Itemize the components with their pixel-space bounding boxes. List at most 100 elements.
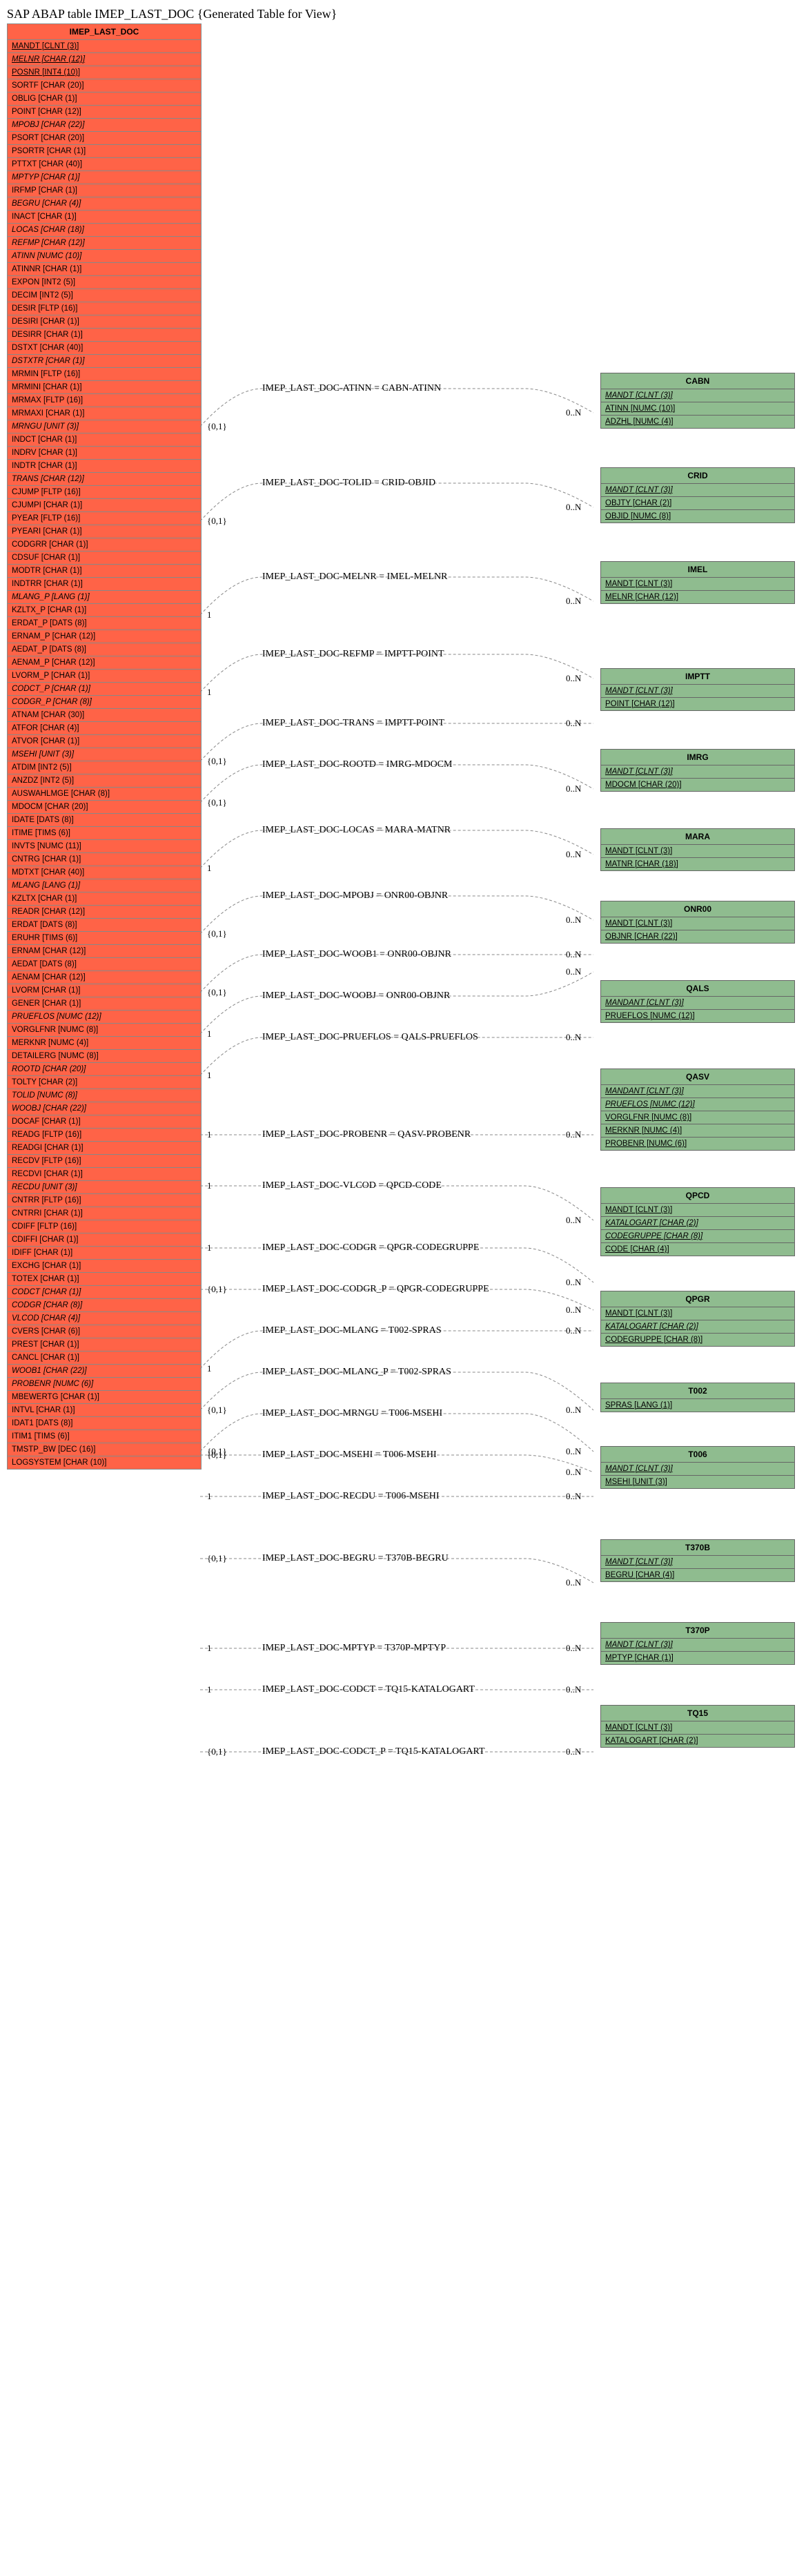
main-field: LVORM_P [CHAR (1)]	[8, 670, 201, 683]
relation-label: IMEP_LAST_DOC-RECDU = T006-MSEHI	[262, 1491, 440, 1502]
main-field: CANCL [CHAR (1)]	[8, 1352, 201, 1365]
main-field: ITIME [TIMS (6)]	[8, 827, 201, 840]
cardinality-right: 0..N	[566, 1491, 581, 1502]
related-field: MANDT [CLNT (3)]	[601, 917, 794, 930]
main-field: VLCOD [CHAR (4)]	[8, 1312, 201, 1325]
relation-label: IMEP_LAST_DOC-VLCOD = QPCD-CODE	[262, 1180, 442, 1191]
related-table: T006MANDT [CLNT (3)]MSEHI [UNIT (3)]	[600, 1446, 795, 1489]
cardinality-left: {0,1}	[207, 1553, 227, 1564]
related-field: PRUEFLOS [NUMC (12)]	[601, 1098, 794, 1111]
main-field: MERKNR [NUMC (4)]	[8, 1037, 201, 1050]
related-field: CODEGRUPPE [CHAR (8)]	[601, 1334, 794, 1346]
main-field: LVORM [CHAR (1)]	[8, 984, 201, 997]
main-field: DESIRR [CHAR (1)]	[8, 329, 201, 342]
main-field: TOLTY [CHAR (2)]	[8, 1076, 201, 1089]
main-field: PYEAR [FLTP (16)]	[8, 512, 201, 525]
related-table: TQ15MANDT [CLNT (3)]KATALOGART [CHAR (2)…	[600, 1705, 795, 1748]
main-field: INDRV [CHAR (1)]	[8, 447, 201, 460]
main-field: EXCHG [CHAR (1)]	[8, 1260, 201, 1273]
related-field: MATNR [CHAR (18)]	[601, 858, 794, 870]
cardinality-right: 0..N	[566, 718, 581, 729]
main-field: ROOTD [CHAR (20)]	[8, 1063, 201, 1076]
main-field: MPOBJ [CHAR (22)]	[8, 119, 201, 132]
related-field: KATALOGART [CHAR (2)]	[601, 1735, 794, 1747]
main-field: SORTF [CHAR (20)]	[8, 79, 201, 92]
main-field: IDATE [DATS (8)]	[8, 814, 201, 827]
cardinality-left: {0,1}	[207, 1284, 227, 1295]
relation-label: IMEP_LAST_DOC-LOCAS = MARA-MATNR	[262, 825, 451, 836]
related-table: T370PMANDT [CLNT (3)]MPTYP [CHAR (1)]	[600, 1622, 795, 1665]
main-field: DSTXT [CHAR (40)]	[8, 342, 201, 355]
main-field: WOOB1 [CHAR (22)]	[8, 1365, 201, 1378]
relation-label: IMEP_LAST_DOC-WOOB1 = ONR00-OBJNR	[262, 949, 451, 960]
cardinality-right: 0..N	[566, 783, 581, 794]
main-field: CNTRRI [CHAR (1)]	[8, 1207, 201, 1220]
relation-label: IMEP_LAST_DOC-MPOBJ = ONR00-OBJNR	[262, 890, 448, 901]
relation-label: IMEP_LAST_DOC-TOLID = CRID-OBJID	[262, 478, 435, 489]
main-field: MPTYP [CHAR (1)]	[8, 171, 201, 184]
cardinality-left: {0,1}	[207, 797, 227, 808]
relation-label: IMEP_LAST_DOC-REFMP = IMPTT-POINT	[262, 649, 444, 660]
main-field: DOCAF [CHAR (1)]	[8, 1115, 201, 1129]
related-field: MANDT [CLNT (3)]	[601, 1721, 794, 1735]
main-field: INDCT [CHAR (1)]	[8, 433, 201, 447]
page-title: SAP ABAP table IMEP_LAST_DOC {Generated …	[7, 7, 806, 21]
related-table-header: IMPTT	[601, 669, 794, 685]
main-field: EXPON [INT2 (5)]	[8, 276, 201, 289]
related-field: MANDT [CLNT (3)]	[601, 845, 794, 858]
main-field: MDTXT [CHAR (40)]	[8, 866, 201, 879]
main-field: MLANG [LANG (1)]	[8, 879, 201, 892]
main-field: CODGR_P [CHAR (8)]	[8, 696, 201, 709]
cardinality-left: {0,1}	[207, 1746, 227, 1757]
main-field: ATFOR [CHAR (4)]	[8, 722, 201, 735]
relation-label: IMEP_LAST_DOC-BEGRU = T370B-BEGRU	[262, 1553, 449, 1564]
main-field: INDTR [CHAR (1)]	[8, 460, 201, 473]
related-field: MANDT [CLNT (3)]	[601, 1556, 794, 1569]
main-field: CODGR [CHAR (8)]	[8, 1299, 201, 1312]
cardinality-right: 0..N	[566, 1446, 581, 1457]
main-field: READG [FLTP (16)]	[8, 1129, 201, 1142]
main-field: ERNAM [CHAR (12)]	[8, 945, 201, 958]
main-field: MELNR [CHAR (12)]	[8, 53, 201, 66]
related-field: MANDT [CLNT (3)]	[601, 484, 794, 497]
main-field: DESIRI [CHAR (1)]	[8, 315, 201, 329]
main-field: MSEHI [UNIT (3)]	[8, 748, 201, 761]
main-field: RECDVI [CHAR (1)]	[8, 1168, 201, 1181]
cardinality-right: 0..N	[566, 1577, 581, 1588]
relation-label: IMEP_LAST_DOC-TRANS = IMPTT-POINT	[262, 718, 444, 729]
related-table-header: T370P	[601, 1623, 794, 1639]
cardinality-right: 0..N	[566, 849, 581, 860]
cardinality-left: {0,1}	[207, 987, 227, 998]
related-table: T002SPRAS [LANG (1)]	[600, 1383, 795, 1412]
main-field: ANZDZ [INT2 (5)]	[8, 774, 201, 788]
cardinality-right: 0..N	[566, 1405, 581, 1416]
related-table: QPCDMANDT [CLNT (3)]KATALOGART [CHAR (2)…	[600, 1187, 795, 1256]
relation-label: IMEP_LAST_DOC-ROOTD = IMRG-MDOCM	[262, 759, 452, 770]
related-table-header: ONR00	[601, 901, 794, 917]
related-table: QASVMANDANT [CLNT (3)]PRUEFLOS [NUMC (12…	[600, 1069, 795, 1151]
related-table-header: TQ15	[601, 1706, 794, 1721]
main-field: MRMINI [CHAR (1)]	[8, 381, 201, 394]
main-field: PROBENR [NUMC (6)]	[8, 1378, 201, 1391]
related-table-header: T002	[601, 1383, 794, 1399]
related-field: PROBENR [NUMC (6)]	[601, 1138, 794, 1150]
cardinality-left: {0,1}	[207, 516, 227, 527]
main-field: READGI [CHAR (1)]	[8, 1142, 201, 1155]
related-field: SPRAS [LANG (1)]	[601, 1399, 794, 1412]
related-field: ATINN [NUMC (10)]	[601, 402, 794, 416]
main-field: PRUEFLOS [NUMC (12)]	[8, 1011, 201, 1024]
cardinality-left: 1	[207, 609, 212, 621]
related-table-header: QALS	[601, 981, 794, 997]
main-field: ATINN [NUMC (10)]	[8, 250, 201, 263]
main-field: CDSUF [CHAR (1)]	[8, 552, 201, 565]
cardinality-left: {0,1}	[207, 1405, 227, 1416]
related-table: CRIDMANDT [CLNT (3)]OBJTY [CHAR (2)]OBJI…	[600, 467, 795, 523]
main-field: CODGRR [CHAR (1)]	[8, 538, 201, 552]
main-field: DETAILERG [NUMC (8)]	[8, 1050, 201, 1063]
main-field: ERNAM_P [CHAR (12)]	[8, 630, 201, 643]
main-field: IDAT1 [DATS (8)]	[8, 1417, 201, 1430]
main-field: PTTXT [CHAR (40)]	[8, 158, 201, 171]
cardinality-left: 1	[207, 1070, 212, 1081]
main-field: MBEWERTG [CHAR (1)]	[8, 1391, 201, 1404]
main-field: ERDAT_P [DATS (8)]	[8, 617, 201, 630]
